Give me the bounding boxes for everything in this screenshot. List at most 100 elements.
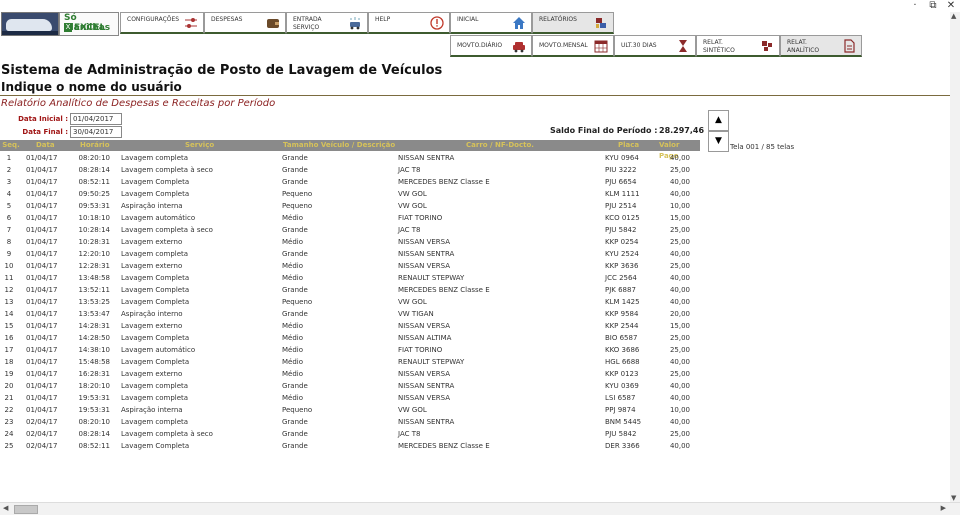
- cell-tamanho: Pequeno: [282, 406, 313, 414]
- menu-relat-sintetico[interactable]: RELAT. SINTÉTICO: [696, 35, 780, 57]
- cell-data: 01/04/17: [26, 274, 58, 282]
- restore-icon[interactable]: ⧉: [926, 0, 940, 12]
- table-row[interactable]: 9 01/04/17 12:20:10 Lavagem completa Grande N…: [0, 248, 700, 260]
- col-data: Data: [36, 141, 55, 149]
- table-row[interactable]: 1 01/04/17 08:20:10 Lavagem completa Grande N…: [0, 152, 700, 164]
- cell-placa: KKP 2544: [605, 322, 639, 330]
- user-name-prompt[interactable]: Indique o nome do usuário: [1, 80, 182, 94]
- cell-data: 02/04/17: [26, 418, 58, 426]
- cell-carro: VW GOL: [398, 406, 427, 414]
- menu-movto-mensal[interactable]: MOVTO.MENSAL: [532, 35, 614, 57]
- page-down-button[interactable]: ▼: [708, 131, 729, 152]
- minimize-icon[interactable]: ·: [908, 0, 922, 12]
- table-row[interactable]: 18 01/04/17 15:48:58 Lavagem Completa Médio R…: [0, 356, 700, 368]
- cell-data: 01/04/17: [26, 346, 58, 354]
- cell-seq: 19: [4, 370, 14, 378]
- cell-carro: RENAULT STEPWAY: [398, 274, 465, 282]
- table-row[interactable]: 14 01/04/17 13:53:47 Aspiração interno Grand…: [0, 308, 700, 320]
- col-placa: Placa: [618, 141, 640, 149]
- cell-tamanho: Médio: [282, 394, 304, 402]
- cell-placa: JCC 2564: [605, 274, 637, 282]
- table-row[interactable]: 22 01/04/17 19:53:31 Aspiração interna Peque…: [0, 404, 700, 416]
- cell-tamanho: Médio: [282, 346, 304, 354]
- start-date-field[interactable]: 01/04/2017: [70, 113, 122, 125]
- close-icon[interactable]: ✕: [944, 0, 958, 12]
- cell-horario: 14:38:10: [78, 346, 110, 354]
- cell-seq: 25: [4, 442, 14, 450]
- cell-seq: 24: [4, 430, 14, 438]
- cell-tamanho: Pequeno: [282, 298, 313, 306]
- scroll-up-icon[interactable]: ▲: [951, 12, 956, 20]
- table-row[interactable]: 23 02/04/17 08:20:10 Lavagem completa Grande…: [0, 416, 700, 428]
- menu-movto-diario[interactable]: MOVTO.DIÁRIO: [450, 35, 532, 57]
- menu-label: ENTRADA SERVIÇO: [293, 16, 322, 31]
- cell-placa: PIU 3222: [605, 166, 637, 174]
- cell-horario: 08:20:10: [78, 154, 110, 162]
- page-up-button[interactable]: ▲: [708, 110, 729, 131]
- table-row[interactable]: 6 01/04/17 10:18:10 Lavagem automático Médio…: [0, 212, 700, 224]
- menu-despesas[interactable]: DESPESAS: [204, 12, 286, 34]
- table-row[interactable]: 20 01/04/17 18:20:10 Lavagem completa Grande…: [0, 380, 700, 392]
- scroll-left-icon[interactable]: ◀: [3, 504, 8, 512]
- table-row[interactable]: 3 01/04/17 08:52:11 Lavagem Completa Grande M…: [0, 176, 700, 188]
- table-row[interactable]: 15 01/04/17 14:28:31 Lavagem externo Médio NI…: [0, 320, 700, 332]
- car-wash-icon: [350, 17, 360, 30]
- cell-servico: Lavagem completa: [121, 250, 189, 258]
- menu-help[interactable]: HELP: [368, 12, 450, 34]
- menu-entrada-servico[interactable]: ENTRADA SERVIÇO: [286, 12, 368, 34]
- cell-servico: Lavagem externo: [121, 262, 183, 270]
- menu-relat-analitico[interactable]: RELAT. ANALÍTICO: [780, 35, 862, 57]
- menu-label: CONFIGURAÇÕES: [127, 16, 180, 23]
- cell-servico: Lavagem Completa: [121, 358, 190, 366]
- cell-carro: MERCEDES BENZ Classe E: [398, 178, 490, 186]
- cell-tamanho: Grande: [282, 154, 308, 162]
- col-horario: Horário: [80, 141, 110, 149]
- table-row[interactable]: 25 02/04/17 08:52:11 Lavagem Completa Grande…: [0, 440, 700, 452]
- cell-tamanho: Grande: [282, 286, 308, 294]
- table-row[interactable]: 16 01/04/17 14:28:50 Lavagem Completa Médio N…: [0, 332, 700, 344]
- menu-inicial[interactable]: INICIAL: [450, 12, 532, 34]
- cell-valor: 10,00: [669, 202, 690, 210]
- cell-data: 02/04/17: [26, 442, 58, 450]
- scroll-thumb[interactable]: [14, 505, 38, 514]
- cell-carro: NISSAN SENTRA: [398, 154, 455, 162]
- cell-valor: 25,00: [669, 226, 690, 234]
- cell-horario: 08:52:11: [78, 442, 110, 450]
- cell-valor: 40,00: [669, 418, 690, 426]
- cell-seq: 14: [4, 310, 14, 318]
- table-row[interactable]: 13 01/04/17 13:53:25 Lavagem Completa Pequen…: [0, 296, 700, 308]
- scroll-down-icon[interactable]: ▼: [951, 494, 956, 502]
- cell-horario: 16:28:31: [78, 370, 110, 378]
- cell-tamanho: Médio: [282, 322, 304, 330]
- table-row[interactable]: 24 02/04/17 08:28:14 Lavagem completa à sec…: [0, 428, 700, 440]
- table-row[interactable]: 8 01/04/17 10:28:31 Lavagem externo Médio NIS…: [0, 236, 700, 248]
- cell-data: 01/04/17: [26, 286, 58, 294]
- table-row[interactable]: 2 01/04/17 08:28:14 Lavagem completa à seco…: [0, 164, 700, 176]
- end-date-field[interactable]: 30/04/2017: [70, 126, 122, 138]
- table-row[interactable]: 12 01/04/17 13:52:11 Lavagem Completa Grande…: [0, 284, 700, 296]
- menu-configuracoes[interactable]: CONFIGURAÇÕES: [120, 12, 204, 34]
- cell-data: 01/04/17: [26, 238, 58, 246]
- table-row[interactable]: 7 01/04/17 10:28:14 Lavagem completa à seco…: [0, 224, 700, 236]
- table-row[interactable]: 4 01/04/17 09:50:25 Lavagem Completa Pequeno…: [0, 188, 700, 200]
- cell-seq: 8: [6, 238, 12, 246]
- cell-horario: 10:28:14: [78, 226, 110, 234]
- start-date-label: Data Inicial :: [18, 115, 68, 123]
- table-row[interactable]: 5 01/04/17 09:53:31 Aspiração interna Pequen…: [0, 200, 700, 212]
- table-row[interactable]: 17 01/04/17 14:38:10 Lavagem automático Médi…: [0, 344, 700, 356]
- cell-tamanho: Grande: [282, 166, 308, 174]
- table-row[interactable]: 21 01/04/17 19:53:31 Lavagem completa Médio N…: [0, 392, 700, 404]
- saldo-label: Saldo Final do Período :: [550, 126, 658, 135]
- table-row[interactable]: 11 01/04/17 13:48:58 Lavagem Completa Médio R…: [0, 272, 700, 284]
- table-row[interactable]: 19 01/04/17 16:28:31 Lavagem externo Médio NI…: [0, 368, 700, 380]
- table-row[interactable]: 10 01/04/17 12:28:31 Lavagem externo Médio NI…: [0, 260, 700, 272]
- cell-valor: 40,00: [669, 442, 690, 450]
- scroll-right-icon[interactable]: ▶: [941, 504, 946, 512]
- vertical-scrollbar[interactable]: ▲ ▼: [950, 12, 960, 502]
- cell-placa: DER 3366: [605, 442, 640, 450]
- menu-ult-30-dias[interactable]: ULT.30 DIAS: [614, 35, 696, 57]
- horizontal-scrollbar[interactable]: ◀ ▶: [0, 502, 960, 515]
- cell-servico: Lavagem Completa: [121, 274, 190, 282]
- cell-horario: 12:28:31: [78, 262, 110, 270]
- menu-relatorios[interactable]: RELATÓRIOS: [532, 12, 614, 34]
